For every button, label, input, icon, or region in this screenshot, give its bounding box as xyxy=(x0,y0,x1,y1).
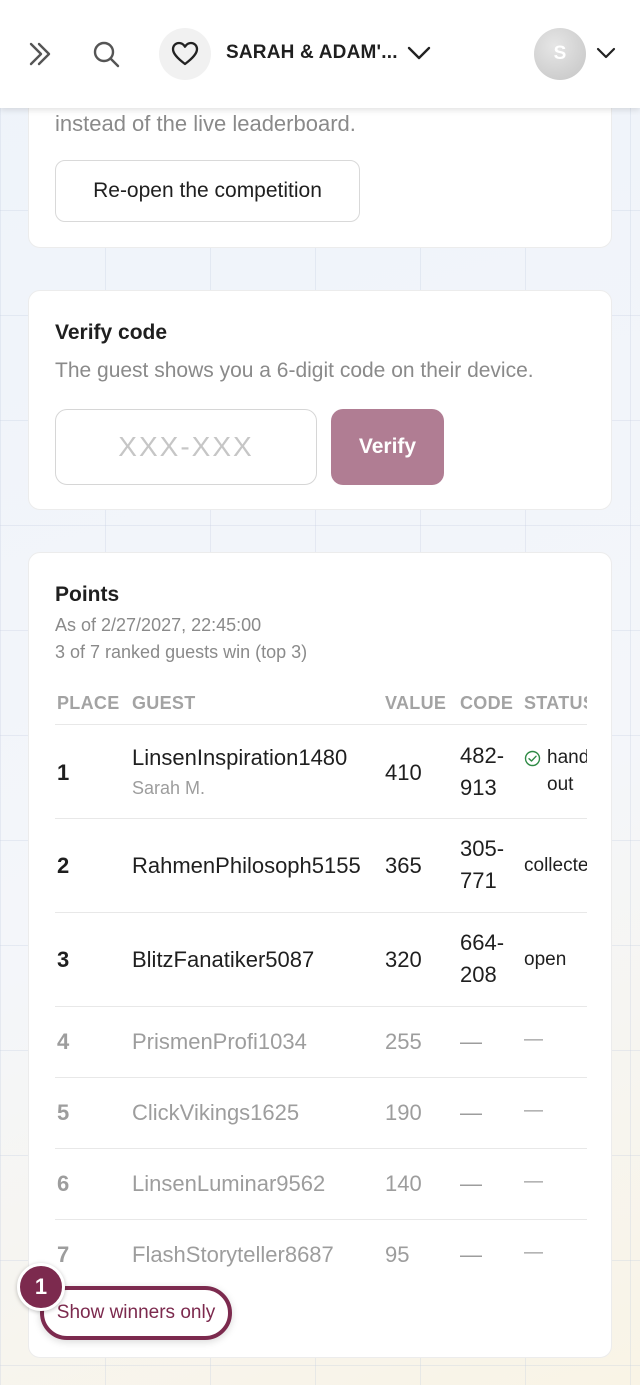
table-row: 7 FlashStoryteller8687 95 — — xyxy=(55,1220,587,1283)
row-status: open xyxy=(524,949,567,970)
row-place: 6 xyxy=(57,1171,70,1196)
chevron-down-icon xyxy=(407,46,431,60)
verify-button[interactable]: Verify xyxy=(331,409,444,485)
show-winners-only-button[interactable]: Show winners only xyxy=(40,1286,232,1340)
row-code: — xyxy=(460,1100,482,1125)
row-status: — xyxy=(524,1100,543,1121)
row-code: 305-771 xyxy=(460,836,505,893)
table-row: 2 RahmenPhilosoph5155 365 305-771 collec… xyxy=(55,819,587,913)
row-place: 2 xyxy=(57,853,70,878)
competition-description: instead of the live leaderboard. xyxy=(55,111,356,136)
row-value: 365 xyxy=(385,853,422,878)
row-code: — xyxy=(460,1171,482,1196)
column-header-code: CODE xyxy=(460,693,514,713)
row-guest: RahmenPhilosoph5155 xyxy=(132,853,361,878)
row-guest: FlashStoryteller8687 xyxy=(132,1242,334,1267)
row-guest: LinsenInspiration1480 xyxy=(132,745,348,770)
verify-code-card: Verify code The guest shows you a 6-digi… xyxy=(28,290,612,510)
expand-sidebar-button[interactable] xyxy=(20,34,60,74)
row-guest: BlitzFanatiker5087 xyxy=(132,947,315,972)
double-chevron-right-icon xyxy=(29,42,51,66)
row-guest-realname: Sarah M. xyxy=(132,778,206,798)
points-title: Points xyxy=(55,583,120,606)
column-header-status: STATUS xyxy=(524,693,587,713)
row-status: — xyxy=(524,1029,543,1050)
event-menu-toggle[interactable] xyxy=(402,36,436,70)
table-row: 5 ClickVikings1625 190 — — xyxy=(55,1078,587,1149)
row-value: 320 xyxy=(385,947,422,972)
heart-icon xyxy=(171,41,199,66)
row-place: 3 xyxy=(57,947,70,972)
search-icon xyxy=(93,41,120,68)
event-title[interactable]: SARAH & ADAM'... xyxy=(226,42,398,64)
row-status: — xyxy=(524,1171,543,1192)
row-status: handed out xyxy=(524,744,587,798)
user-avatar[interactable]: S xyxy=(534,28,586,80)
row-value: 410 xyxy=(385,760,422,785)
row-code: 482-913 xyxy=(460,743,505,800)
row-guest: PrismenProfi1034 xyxy=(132,1029,307,1054)
leaderboard-table[interactable]: PLACE GUEST VALUE CODE STATUS 1 LinsenIn… xyxy=(55,683,587,1283)
row-guest: LinsenLuminar9562 xyxy=(132,1171,326,1196)
row-status-label: handed out xyxy=(547,747,587,795)
row-code: — xyxy=(460,1242,482,1267)
row-status: collected xyxy=(524,855,587,876)
row-place: 4 xyxy=(57,1029,70,1054)
step-badge: 1 xyxy=(17,1263,65,1311)
search-button[interactable] xyxy=(86,34,126,74)
row-status: — xyxy=(524,1242,543,1263)
column-header-place: PLACE xyxy=(57,693,120,713)
row-place: 1 xyxy=(57,760,70,785)
row-value: 140 xyxy=(385,1171,422,1196)
row-place: 5 xyxy=(57,1100,70,1125)
chevron-down-icon xyxy=(596,47,616,59)
event-heart-button[interactable] xyxy=(159,28,211,80)
row-code: — xyxy=(460,1029,482,1054)
top-header: SARAH & ADAM'... S xyxy=(0,0,640,108)
row-guest: ClickVikings1625 xyxy=(132,1100,300,1125)
as-of-timestamp: As of 2/27/2027, 22:45:00 xyxy=(55,615,262,635)
row-value: 255 xyxy=(385,1029,422,1054)
account-menu-toggle[interactable] xyxy=(592,38,620,68)
points-card: Points As of 2/27/2027, 22:45:00 3 of 7 … xyxy=(28,552,612,1358)
table-row: 1 LinsenInspiration1480 Sarah M. 410 482… xyxy=(55,725,587,819)
column-header-guest: GUEST xyxy=(132,693,196,713)
check-circle-icon xyxy=(524,750,541,767)
row-place: 7 xyxy=(57,1242,70,1267)
reopen-competition-button[interactable]: Re-open the competition xyxy=(55,160,360,222)
row-value: 190 xyxy=(385,1100,422,1125)
verify-card-title: Verify code xyxy=(55,321,168,344)
row-value: 95 xyxy=(385,1242,410,1267)
table-row: 3 BlitzFanatiker5087 320 664-208 open xyxy=(55,913,587,1007)
ranked-summary: 3 of 7 ranked guests win (top 3) xyxy=(55,642,308,662)
table-row: 4 PrismenProfi1034 255 — — xyxy=(55,1007,587,1078)
column-header-value: VALUE xyxy=(385,693,447,713)
row-code: 664-208 xyxy=(460,930,505,987)
table-row: 6 LinsenLuminar9562 140 — — xyxy=(55,1149,587,1220)
verify-card-description: The guest shows you a 6-digit code on th… xyxy=(55,359,534,382)
code-input[interactable] xyxy=(55,409,317,485)
